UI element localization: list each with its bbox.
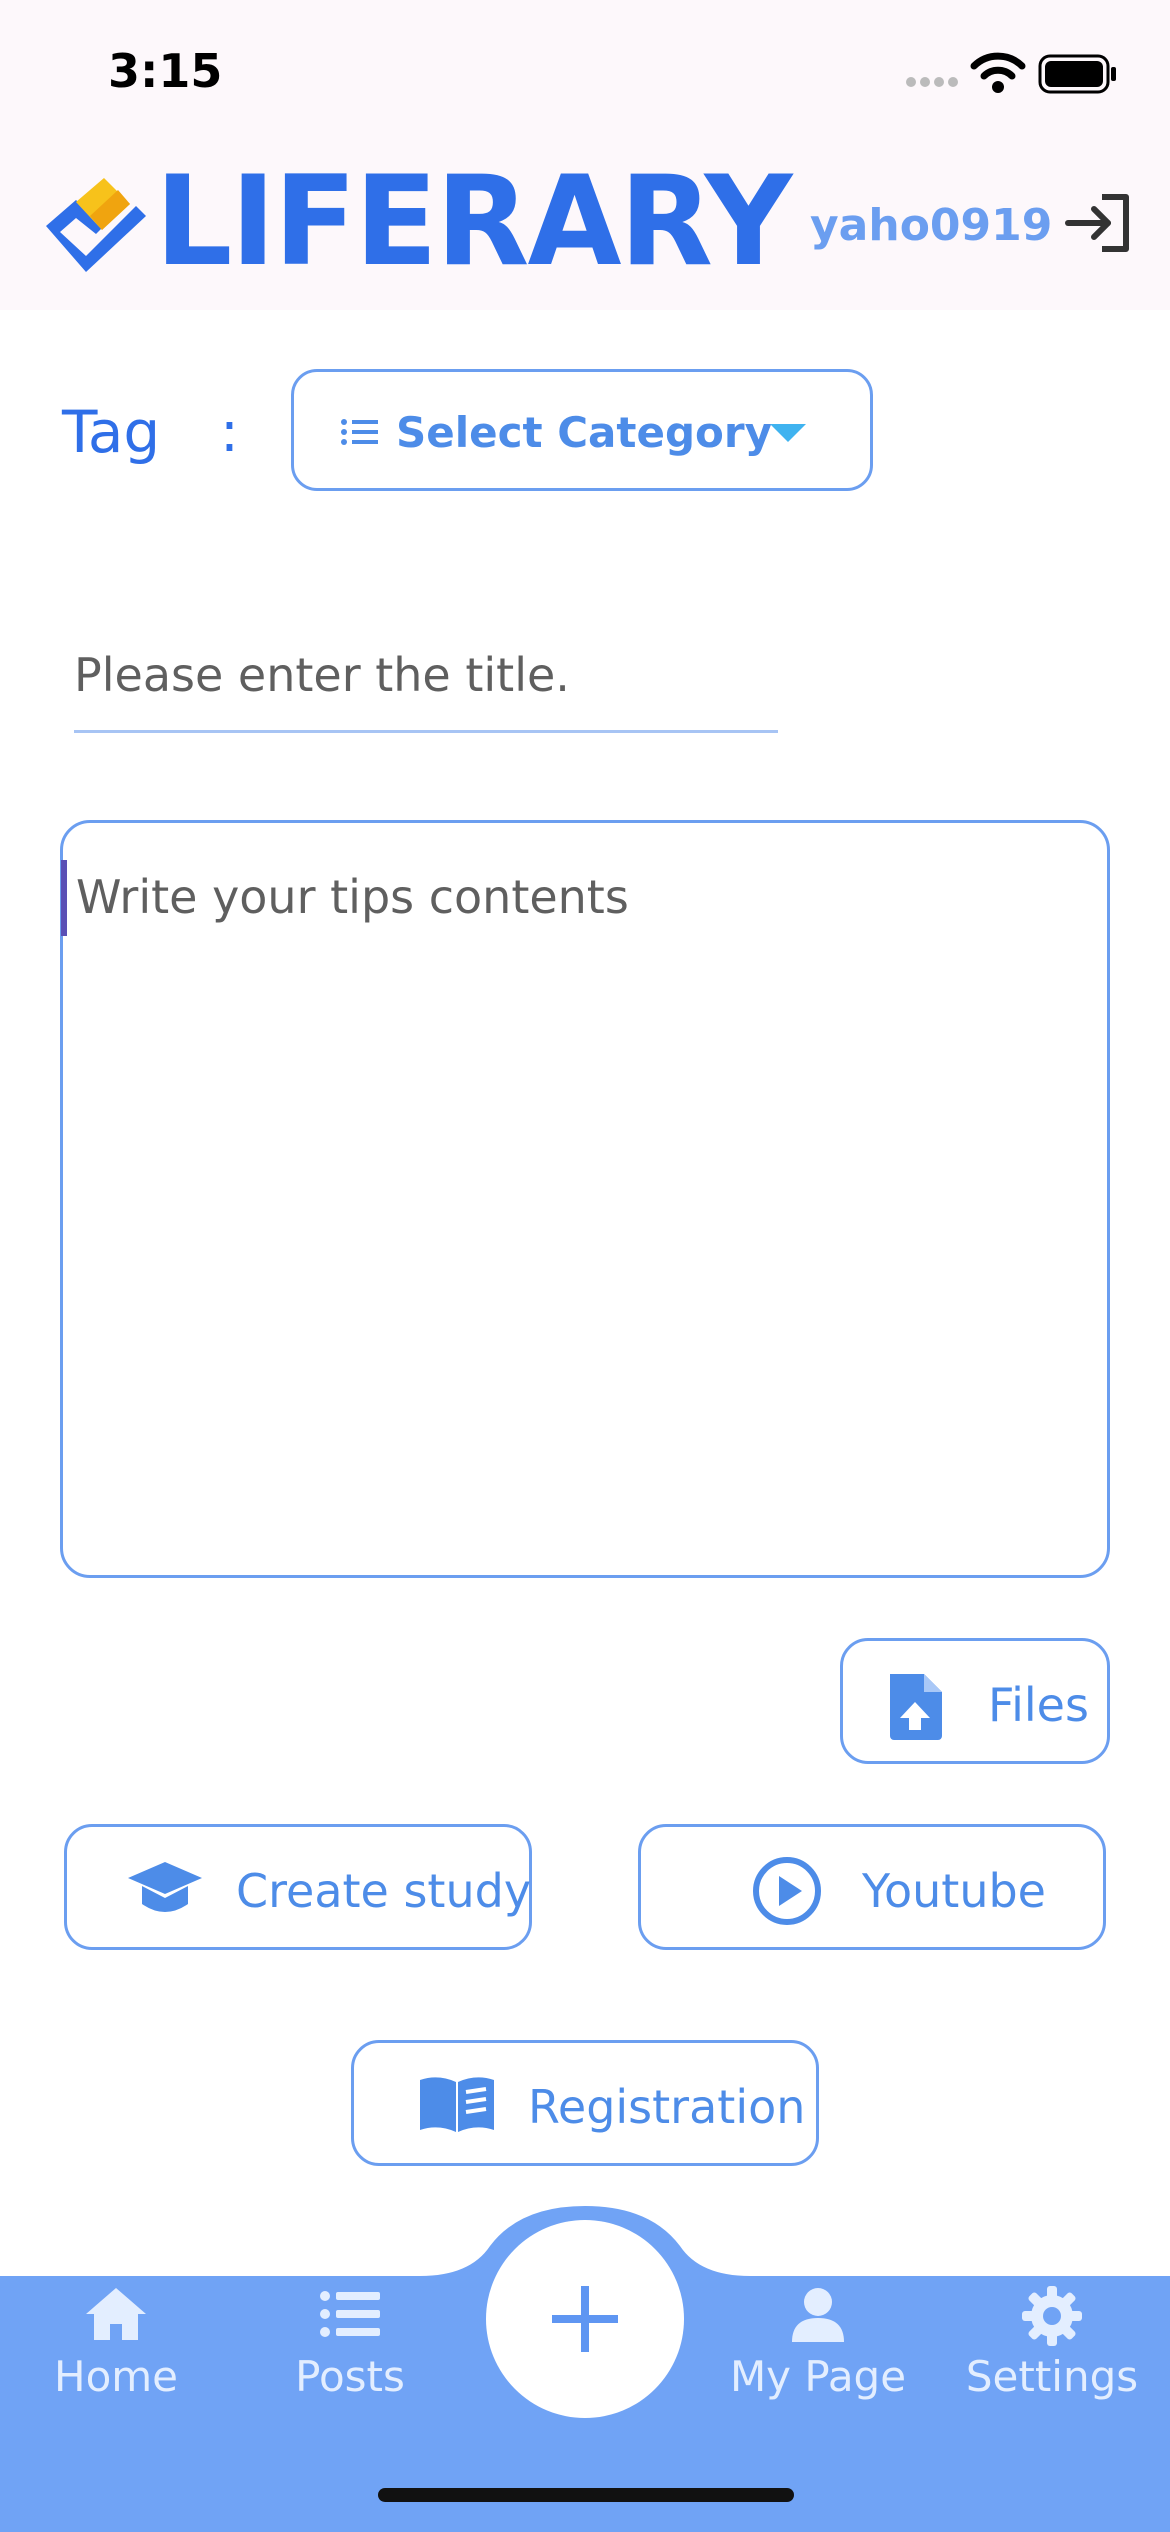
logout-icon[interactable] [1064, 193, 1130, 253]
select-category-label: Select Category [396, 408, 772, 457]
signal-icon [906, 77, 958, 87]
nav-label-posts: Posts [295, 2352, 405, 2401]
person-icon [792, 2288, 844, 2342]
files-label: Files [988, 1678, 1089, 1732]
list-icon [341, 419, 378, 445]
tag-label: Tag [62, 398, 161, 466]
create-study-label: Create study [236, 1864, 532, 1918]
home-icon [86, 2288, 146, 2340]
content-textarea[interactable] [76, 870, 1086, 1560]
add-post-button[interactable] [486, 2220, 684, 2418]
caret-down-icon [770, 424, 806, 442]
nav-label-my-page: My Page [729, 2352, 907, 2401]
nav-item-home[interactable]: Home [16, 2286, 216, 2436]
text-cursor [61, 860, 67, 936]
tag-colon: : [220, 400, 239, 465]
title-input[interactable] [74, 620, 778, 733]
graduation-cap-icon [128, 1862, 202, 1912]
nav-label-home: Home [53, 2352, 179, 2401]
nav-item-my-page[interactable]: My Page [718, 2286, 918, 2436]
wifi-icon [970, 52, 1026, 93]
youtube-label: Youtube [862, 1864, 1046, 1918]
list-icon [320, 2291, 380, 2337]
logo-icon [46, 178, 146, 272]
file-upload-icon [890, 1674, 942, 1740]
nav-label-settings: Settings [965, 2352, 1139, 2401]
logo-text: LIFERARY [155, 150, 793, 294]
nav-item-settings[interactable]: Settings [952, 2286, 1152, 2436]
gear-icon [1022, 2286, 1082, 2346]
home-indicator [378, 2488, 794, 2502]
battery-icon [1038, 54, 1116, 94]
username[interactable]: yaho0919 [810, 200, 1052, 251]
status-time: 3:15 [108, 44, 223, 98]
plus-icon [552, 2286, 618, 2352]
book-open-icon [420, 2077, 494, 2132]
nav-item-posts[interactable]: Posts [250, 2286, 450, 2436]
registration-label: Registration [528, 2080, 806, 2134]
play-circle-icon [753, 1857, 821, 1925]
